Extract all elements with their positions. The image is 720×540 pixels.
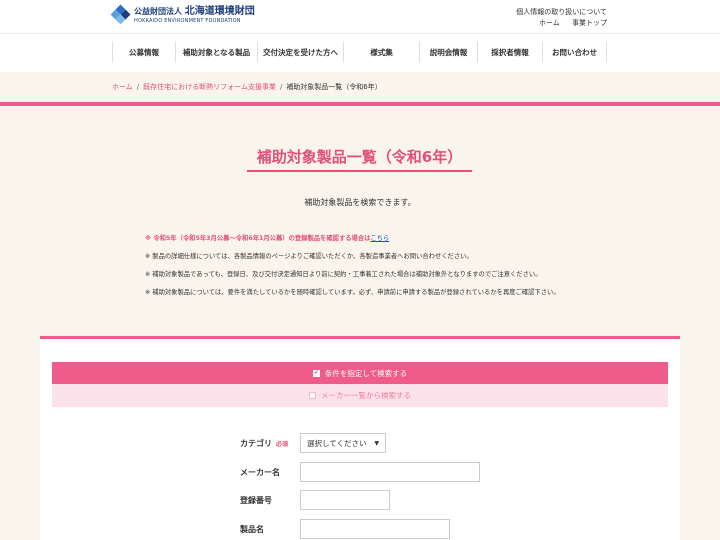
reg-number-row: 登録番号 (240, 490, 390, 510)
title-underline (247, 170, 472, 172)
logo-name: 北海道環境財団 (184, 5, 255, 17)
category-select[interactable]: 選択してください ▼ (300, 433, 386, 453)
checkbox-checked-icon: ✓ (312, 369, 320, 377)
main-content: 補助対象製品一覧（令和6年） 補助対象製品を検索できます。 ※ 令和5年（令和5… (0, 106, 720, 540)
search-panel: ✓ 条件を指定して検索する メーカー一覧から検索する カテゴリ 必須 選択してくだ… (40, 336, 680, 540)
maker-input[interactable] (300, 462, 480, 482)
page-title: 補助対象製品一覧（令和6年） (256, 148, 463, 166)
breadcrumb-separator: / (279, 83, 283, 91)
breadcrumb-current: 補助対象製品一覧（令和6年） (286, 83, 382, 91)
home-link[interactable]: ホーム (539, 19, 560, 27)
required-badge: 必須 (276, 440, 289, 448)
site-header: 公益財団法人 北海道環境財団 HOKKAIDO ENVIRONMENT FOUN… (0, 0, 720, 32)
privacy-link[interactable]: 個人情報の取り扱いについて (516, 7, 607, 18)
maker-label: メーカー名 (240, 467, 280, 477)
project-top-link[interactable]: 事業トップ (572, 19, 607, 27)
breadcrumb-bar: ホーム / 既存住宅における断熱リフォーム支援事業 / 補助対象製品一覧（令和6年） (0, 72, 720, 102)
reg-number-input[interactable] (300, 490, 390, 510)
nav-item-adopted[interactable]: 採択者情報 (478, 42, 543, 62)
logo-subtitle: HOKKAIDO ENVIRONMENT FOUNDATION (134, 17, 241, 24)
tab-maker-list-search[interactable]: メーカー一覧から検索する (52, 384, 668, 407)
notes-list: ※ 令和5年（令和5年3月公募～令和6年1月公募）の登録製品を確認する場合はこち… (145, 230, 560, 302)
tab-condition-label: 条件を指定して検索する (324, 368, 408, 378)
site-logo[interactable]: 公益財団法人 北海道環境財団 HOKKAIDO ENVIRONMENT FOUN… (110, 4, 255, 25)
main-nav: 公募情報 補助対象となる製品 交付決定を受けた方へ 様式集 説明会情報 採択者情… (0, 33, 720, 71)
logo-prefix: 公益財団法人 (134, 6, 182, 16)
product-input[interactable] (300, 519, 450, 539)
nav-item-contact[interactable]: お問い合わせ (543, 42, 607, 62)
breadcrumb-separator: / (136, 83, 140, 91)
breadcrumb-home[interactable]: ホーム (112, 83, 133, 91)
nav-item-recruitment[interactable]: 公募情報 (112, 42, 176, 62)
product-row: 製品名 (240, 519, 450, 539)
category-select-value: 選択してください (307, 438, 367, 448)
category-label: カテゴリ 必須 (240, 438, 289, 448)
caret-down-icon: ▼ (374, 439, 379, 447)
note-item: ※ 補助対象製品であっても、登録日、及び交付決定通知日より前に契約・工事着工され… (145, 271, 542, 278)
nav-item-grantees[interactable]: 交付決定を受けた方へ (258, 42, 344, 62)
tab-condition-search[interactable]: ✓ 条件を指定して検索する (52, 362, 668, 384)
logo-mark-icon (110, 4, 131, 25)
breadcrumb-project[interactable]: 既存住宅における断熱リフォーム支援事業 (143, 83, 276, 91)
note-item: ※ 製品の詳細仕様については、各製品情報のページよりご確認いただくか、各製造事業… (145, 253, 473, 260)
previous-year-link[interactable]: こちら (370, 235, 389, 242)
checkbox-empty-icon (309, 392, 316, 399)
breadcrumb: ホーム / 既存住宅における断熱リフォーム支援事業 / 補助対象製品一覧（令和6年） (112, 82, 382, 92)
nav-item-forms[interactable]: 様式集 (344, 42, 420, 62)
page-subtitle: 補助対象製品を検索できます。 (304, 198, 416, 207)
nav-item-products[interactable]: 補助対象となる製品 (176, 42, 258, 62)
nav-item-briefing[interactable]: 説明会情報 (420, 42, 478, 62)
note-item: ※ 補助対象製品については、要件を満たしているかを随時確認しています。必ず、申請… (145, 289, 560, 296)
tab-maker-list-label: メーカー一覧から検索する (321, 391, 411, 400)
note-previous-year: ※ 令和5年（令和5年3月公募～令和6年1月公募）の登録製品を確認する場合はこち… (145, 230, 560, 248)
reg-number-label: 登録番号 (240, 495, 272, 505)
note-text: ※ 令和5年（令和5年3月公募～令和6年1月公募）の登録製品を確認する場合は (145, 235, 371, 242)
category-row: カテゴリ 必須 選択してください ▼ (240, 433, 386, 453)
product-label: 製品名 (240, 524, 264, 534)
maker-row: メーカー名 (240, 462, 480, 482)
